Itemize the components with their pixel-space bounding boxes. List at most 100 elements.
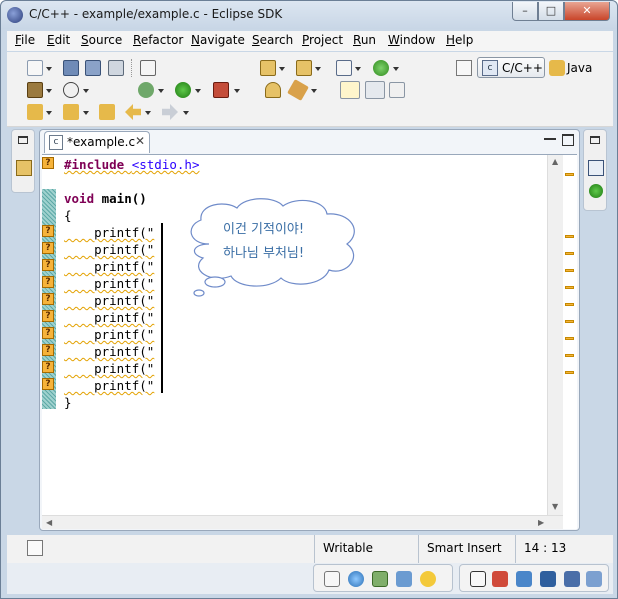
next-annotation-dropdown-icon[interactable] (46, 111, 52, 115)
new-project-dropdown-icon[interactable] (279, 67, 285, 71)
warning-marker-icon[interactable]: ? (42, 276, 54, 288)
back-icon[interactable] (125, 104, 141, 120)
tasks-icon[interactable] (372, 571, 388, 587)
warning-marker-icon[interactable]: ? (42, 361, 54, 373)
outline-icon[interactable] (588, 160, 604, 176)
overview-warning-mark[interactable] (565, 235, 574, 238)
menu-run[interactable]: Run (353, 33, 376, 47)
previous-annotation-dropdown-icon[interactable] (83, 111, 89, 115)
new-folder-dropdown-icon[interactable] (315, 67, 321, 71)
restore-icon[interactable] (18, 136, 28, 144)
previous-annotation-icon[interactable] (63, 104, 79, 120)
call-hierarchy-icon[interactable] (586, 571, 602, 587)
warning-marker-icon[interactable]: ? (42, 310, 54, 322)
java-perspective-icon[interactable] (549, 60, 565, 76)
minimize-panel-icon[interactable] (544, 134, 556, 140)
warning-marker-icon[interactable]: ? (42, 157, 54, 169)
fast-view-icon[interactable] (27, 540, 43, 556)
new-folder-icon[interactable] (296, 60, 312, 76)
external-tools-dropdown-icon[interactable] (234, 89, 240, 93)
restore-icon[interactable] (470, 571, 486, 587)
menu-file[interactable]: File (15, 33, 35, 47)
open-type-icon[interactable] (265, 82, 281, 98)
new-source-icon[interactable] (373, 60, 389, 76)
menu-help[interactable]: Help (446, 33, 473, 47)
overview-warning-mark[interactable] (565, 303, 574, 306)
warning-marker-icon[interactable]: ? (42, 225, 54, 237)
new-class-icon[interactable] (336, 60, 352, 76)
warning-marker-icon[interactable]: ? (42, 293, 54, 305)
overview-warning-mark[interactable] (565, 269, 574, 272)
new-source-dropdown-icon[interactable] (393, 67, 399, 71)
horizontal-scrollbar[interactable]: ◀ ▶ (42, 515, 563, 529)
restore-icon[interactable] (324, 571, 340, 587)
vertical-scrollbar[interactable]: ▲ ▼ (547, 155, 563, 515)
build-icon[interactable] (27, 82, 43, 98)
overview-warning-mark[interactable] (565, 337, 574, 340)
mark-occurrences-icon[interactable] (340, 81, 360, 99)
show-source-icon[interactable] (365, 81, 385, 99)
menu-search[interactable]: Search (252, 33, 293, 47)
perspective-java-label[interactable]: Java (567, 61, 592, 75)
scroll-up-icon[interactable]: ▲ (552, 157, 558, 166)
settings-icon[interactable] (63, 82, 79, 98)
new-icon[interactable] (27, 60, 43, 76)
close-button[interactable]: ✕ (564, 2, 610, 21)
warning-marker-icon[interactable]: ? (42, 242, 54, 254)
save-all-icon[interactable] (85, 60, 101, 76)
bookmarks-icon[interactable] (492, 571, 508, 587)
console-icon[interactable] (396, 571, 412, 587)
last-edit-icon[interactable] (99, 104, 115, 120)
overview-warning-mark[interactable] (565, 252, 574, 255)
warning-marker-icon[interactable]: ? (42, 378, 54, 390)
binary-icon[interactable] (140, 60, 156, 76)
close-icon[interactable]: ✕ (135, 134, 145, 148)
menu-edit[interactable]: Edit (47, 33, 70, 47)
outline-view-icon[interactable] (564, 571, 580, 587)
search-icon[interactable] (287, 79, 309, 101)
make-targets-icon[interactable] (589, 184, 603, 198)
maximize-panel-icon[interactable] (562, 134, 574, 146)
menu-navigate[interactable]: Navigate (191, 33, 245, 47)
editor-tab-example-c[interactable]: c *example.c ✕ (44, 131, 150, 153)
debug-dropdown-icon[interactable] (158, 89, 164, 93)
menu-project[interactable]: Project (302, 33, 343, 47)
warning-marker-icon[interactable]: ? (42, 259, 54, 271)
open-perspective-icon[interactable] (456, 60, 472, 76)
save-icon[interactable] (63, 60, 79, 76)
new-dropdown-icon[interactable] (46, 67, 52, 71)
show-whitespace-icon[interactable] (389, 82, 405, 98)
perspective-cc-button[interactable]: c C/C++ (477, 57, 545, 78)
scroll-left-icon[interactable]: ◀ (46, 518, 52, 527)
overview-warning-mark[interactable] (565, 286, 574, 289)
restore-icon[interactable] (590, 136, 600, 144)
overview-warning-mark[interactable] (565, 354, 574, 357)
scroll-right-icon[interactable]: ▶ (538, 518, 544, 527)
settings-dropdown-icon[interactable] (83, 89, 89, 93)
external-tools-icon[interactable] (213, 82, 229, 98)
search-dropdown-icon[interactable] (311, 89, 317, 93)
forward-icon[interactable] (162, 104, 178, 120)
run-icon[interactable] (175, 82, 191, 98)
overview-warning-mark[interactable] (565, 371, 574, 374)
menu-source[interactable]: Source (81, 33, 122, 47)
overview-warning-mark[interactable] (565, 320, 574, 323)
debug-icon[interactable] (138, 82, 154, 98)
warning-marker-icon[interactable]: ? (42, 327, 54, 339)
problems-icon[interactable] (348, 571, 364, 587)
build-dropdown-icon[interactable] (46, 89, 52, 93)
new-class-dropdown-icon[interactable] (355, 67, 361, 71)
warning-marker-icon[interactable]: ? (42, 344, 54, 356)
scroll-down-icon[interactable]: ▼ (552, 502, 558, 511)
print-icon[interactable] (108, 60, 124, 76)
search-view-icon[interactable] (540, 571, 556, 587)
make-icon[interactable] (516, 571, 532, 587)
back-dropdown-icon[interactable] (145, 111, 151, 115)
properties-icon[interactable] (420, 571, 436, 587)
next-annotation-icon[interactable] (27, 104, 43, 120)
run-dropdown-icon[interactable] (195, 89, 201, 93)
minimize-button[interactable]: – (512, 2, 538, 21)
menu-window[interactable]: Window (388, 33, 435, 47)
project-explorer-icon[interactable] (16, 160, 32, 176)
forward-dropdown-icon[interactable] (183, 111, 189, 115)
